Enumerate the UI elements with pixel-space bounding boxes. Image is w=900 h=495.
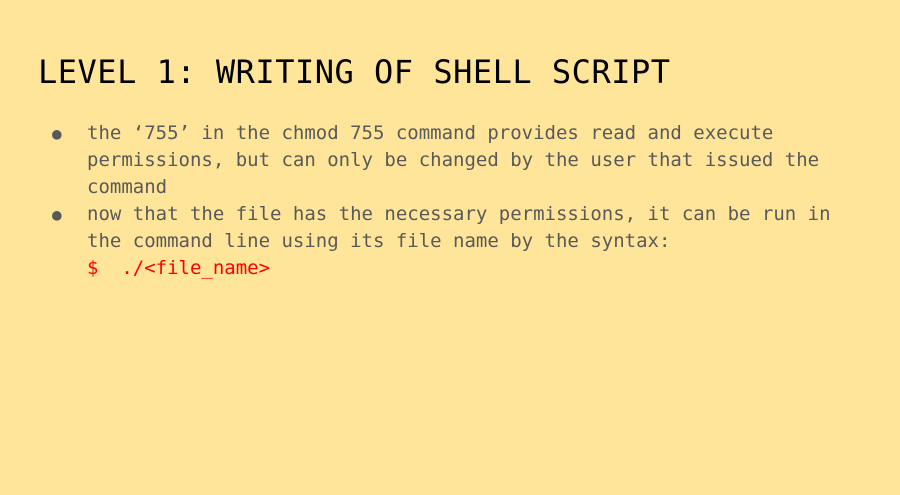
bullet-dot-icon: ● — [52, 205, 62, 224]
bullet-list: ● the ‘755’ in the chmod 755 command pro… — [50, 120, 860, 282]
bullet-item-permissions: ● the ‘755’ in the chmod 755 command pro… — [50, 120, 860, 201]
command-example: $ ./<file_name> — [87, 257, 271, 279]
slide: LEVEL 1: WRITING OF SHELL SCRIPT ● the ‘… — [0, 0, 900, 495]
bullet-dot-icon: ● — [52, 124, 62, 143]
bullet-text: the ‘755’ in the chmod 755 command provi… — [87, 122, 820, 198]
bullet-item-run-script: ● now that the file has the necessary pe… — [50, 201, 860, 282]
slide-title: LEVEL 1: WRITING OF SHELL SCRIPT — [38, 53, 671, 91]
bullet-text: now that the file has the necessary perm… — [87, 203, 831, 252]
